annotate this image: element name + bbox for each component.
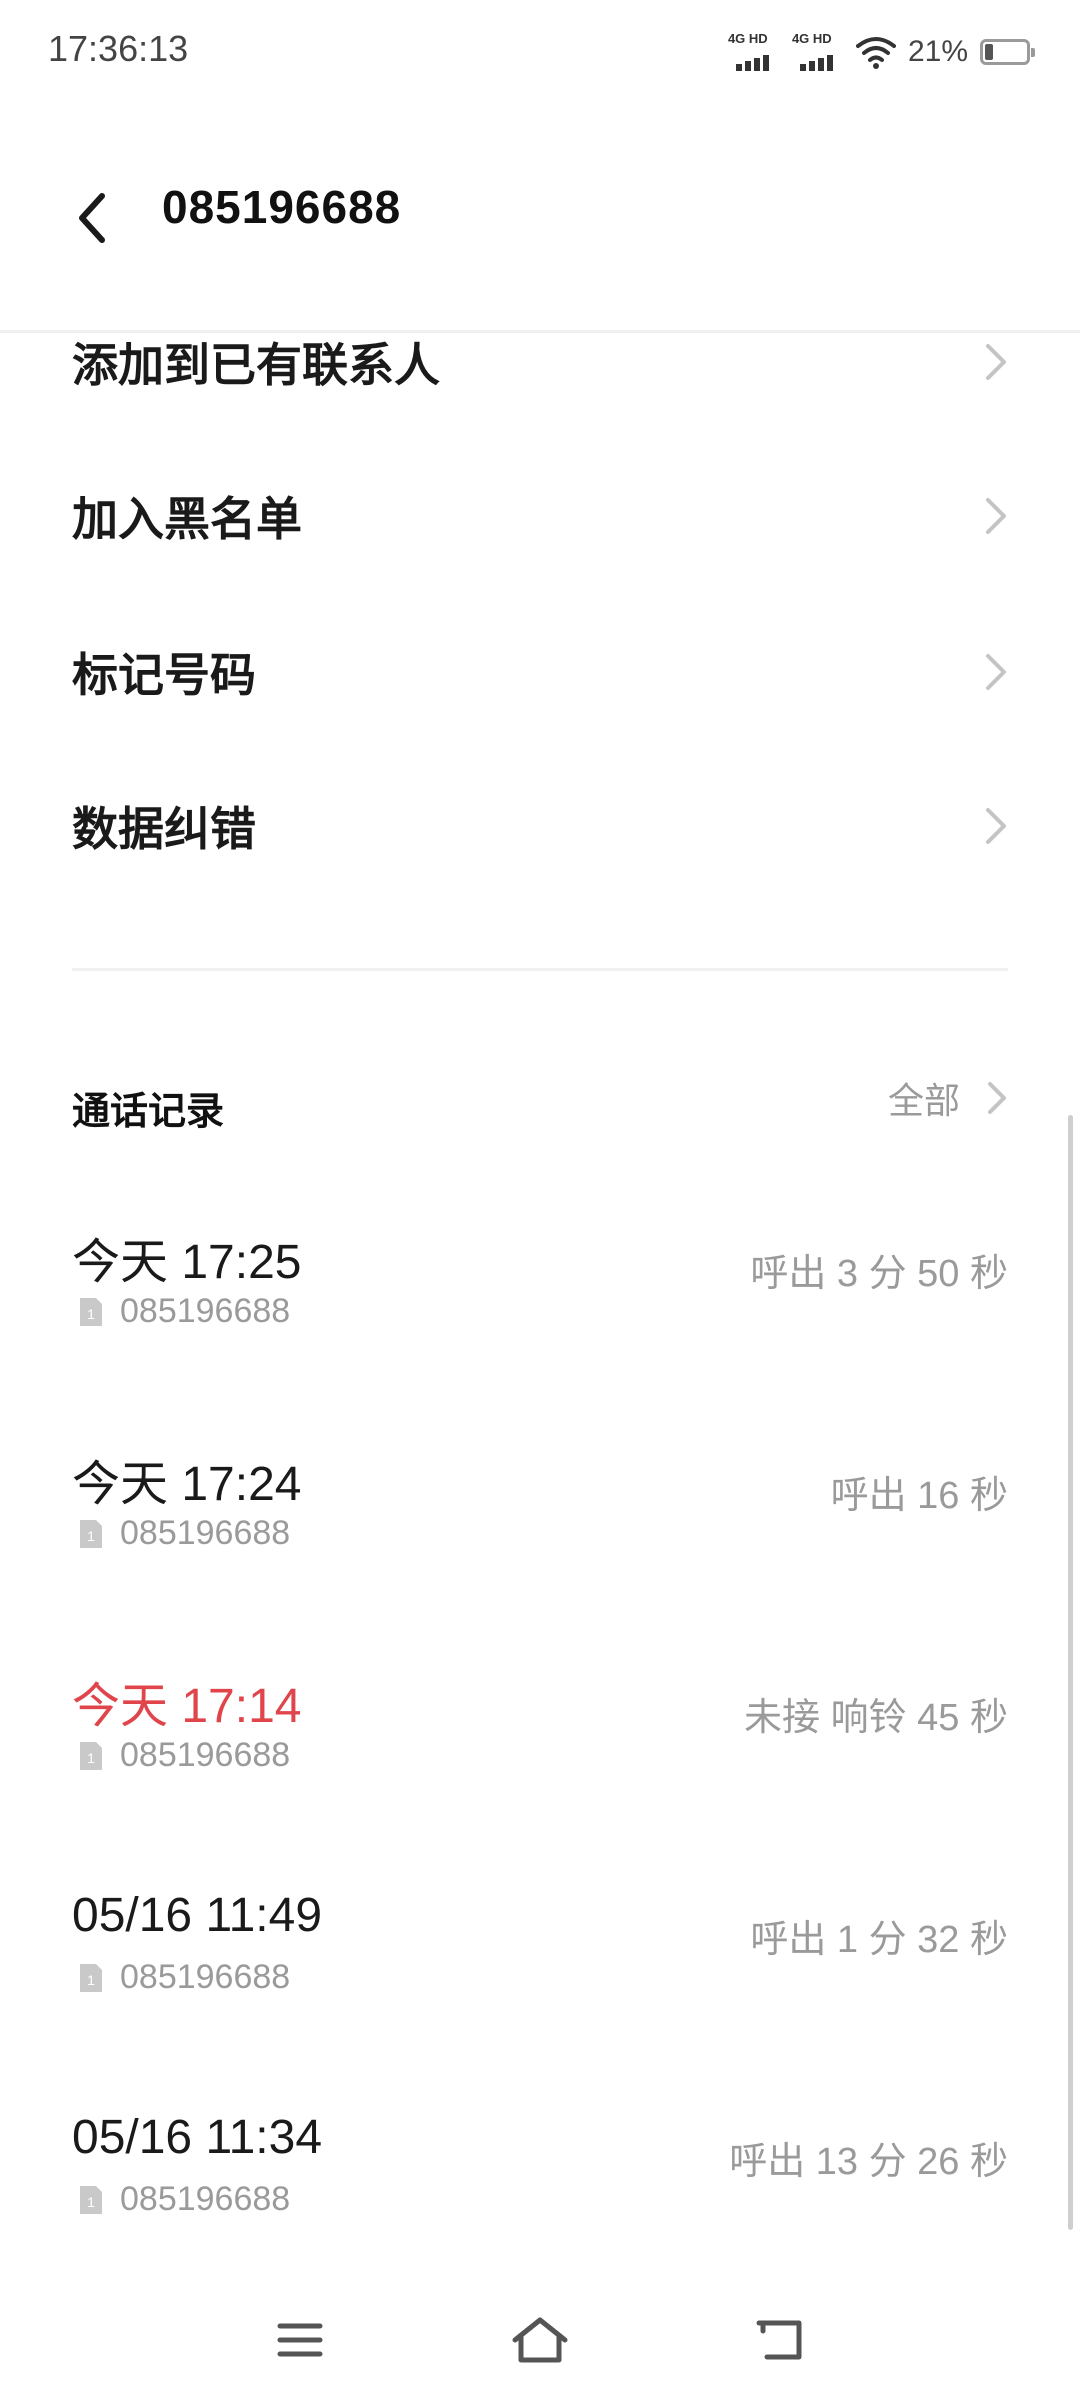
signal-label: 4G HD	[727, 31, 768, 46]
status-icons: 4G HD 4G HD 21%	[728, 30, 1035, 74]
call-time: 05/16 11:49	[72, 1889, 323, 1942]
call-sub-info: 1 085196688	[78, 1514, 290, 1553]
call-log-entry[interactable]: 今天 17:24 1 085196688 呼出 16 秒	[72, 1444, 1008, 1594]
menu-item-mark-number[interactable]: 标记号码	[72, 622, 1008, 722]
call-time: 今天 17:25	[72, 1236, 302, 1289]
call-time: 今天 17:24	[72, 1458, 302, 1511]
call-detail: 呼出 1 分 32 秒	[750, 1919, 1008, 1961]
navigation-bar	[0, 2280, 1080, 2400]
menu-item-data-correction[interactable]: 数据纠错	[72, 776, 1008, 876]
call-detail: 未接 响铃 45 秒	[744, 1697, 1008, 1739]
call-detail: 呼出 13 分 26 秒	[729, 2141, 1008, 2183]
call-log-all-button[interactable]: 全部	[888, 1070, 1008, 1126]
status-bar: 17:36:13 4G HD 4G HD 21%	[0, 0, 1080, 100]
call-log-entry[interactable]: 05/16 11:34 1 085196688 呼出 13 分 26 秒	[72, 2110, 1008, 2260]
battery-icon	[980, 39, 1035, 65]
call-log-all-label: 全部	[887, 1080, 960, 1121]
chevron-right-icon	[988, 1082, 1006, 1114]
call-number: 085196688	[120, 2180, 291, 2218]
home-icon	[512, 2317, 568, 2363]
menu-item-label: 标记号码	[72, 649, 256, 701]
call-log-title: 通话记录	[72, 1091, 225, 1133]
menu-item-label: 添加到已有联系人	[72, 339, 440, 391]
chevron-right-icon	[986, 498, 1006, 534]
call-number: 085196688	[120, 1514, 291, 1552]
sim-card-icon: 1	[80, 1297, 102, 1326]
menu-item-add-to-contact[interactable]: 添加到已有联系人	[72, 312, 1008, 412]
battery-percent: 21%	[907, 35, 968, 68]
call-sub-info: 1 085196688	[78, 1958, 290, 1997]
header: 085196688	[0, 100, 1080, 332]
sim-card-icon: 1	[80, 1963, 102, 1992]
menu-item-blacklist[interactable]: 加入黑名单	[72, 466, 1008, 566]
signal-icon: 4G HD	[728, 31, 780, 73]
sim-card-icon: 1	[80, 1741, 102, 1770]
chevron-right-icon	[986, 654, 1006, 690]
nav-menu-button[interactable]	[270, 2310, 330, 2370]
call-number: 085196688	[120, 1958, 291, 1996]
call-sub-info: 1 085196688	[78, 1292, 290, 1331]
wifi-icon	[855, 37, 896, 69]
contact-detail-screen: 17:36:13 4G HD 4G HD 21% 085196688 添加到已有…	[0, 0, 1080, 2400]
call-number: 085196688	[120, 1736, 291, 1774]
scrollbar[interactable]	[1068, 1115, 1073, 2230]
svg-text:1: 1	[87, 1528, 95, 1544]
call-number: 085196688	[120, 1292, 291, 1330]
menu-icon	[277, 2323, 323, 2357]
nav-home-button[interactable]	[510, 2310, 570, 2370]
call-log-entry[interactable]: 05/16 11:49 1 085196688 呼出 1 分 32 秒	[72, 1888, 1008, 2038]
call-time: 05/16 11:34	[72, 2111, 323, 2164]
signal-icon: 4G HD	[792, 31, 844, 73]
call-log-entry[interactable]: 今天 17:25 1 085196688 呼出 3 分 50 秒	[72, 1222, 1008, 1372]
sim-card-icon: 1	[80, 2185, 102, 2214]
call-sub-info: 1 085196688	[78, 1736, 290, 1775]
svg-text:1: 1	[87, 2194, 95, 2210]
call-detail: 呼出 16 秒	[830, 1475, 1008, 1517]
chevron-right-icon	[986, 344, 1006, 380]
battery-fill	[985, 44, 993, 60]
svg-text:1: 1	[87, 1750, 95, 1766]
page-title: 085196688	[162, 181, 402, 233]
signal-label: 4G HD	[791, 31, 832, 46]
call-sub-info: 1 085196688	[78, 2180, 290, 2219]
svg-text:1: 1	[87, 1972, 95, 1988]
nav-back-button[interactable]	[750, 2310, 810, 2370]
svg-text:1: 1	[87, 1306, 95, 1322]
status-time: 17:36:13	[48, 28, 189, 69]
back-button[interactable]	[64, 180, 120, 256]
menu-item-label: 加入黑名单	[72, 493, 302, 545]
menu-item-label: 数据纠错	[72, 803, 256, 855]
sim-card-icon: 1	[80, 1519, 102, 1548]
divider	[72, 968, 1008, 971]
call-detail: 呼出 3 分 50 秒	[750, 1253, 1008, 1295]
call-log-entry[interactable]: 今天 17:14 1 085196688 未接 响铃 45 秒	[72, 1666, 1008, 1816]
back-arrow-icon	[756, 2320, 802, 2360]
call-time: 今天 17:14	[72, 1680, 302, 1733]
chevron-left-icon	[79, 193, 105, 243]
chevron-right-icon	[986, 808, 1006, 844]
